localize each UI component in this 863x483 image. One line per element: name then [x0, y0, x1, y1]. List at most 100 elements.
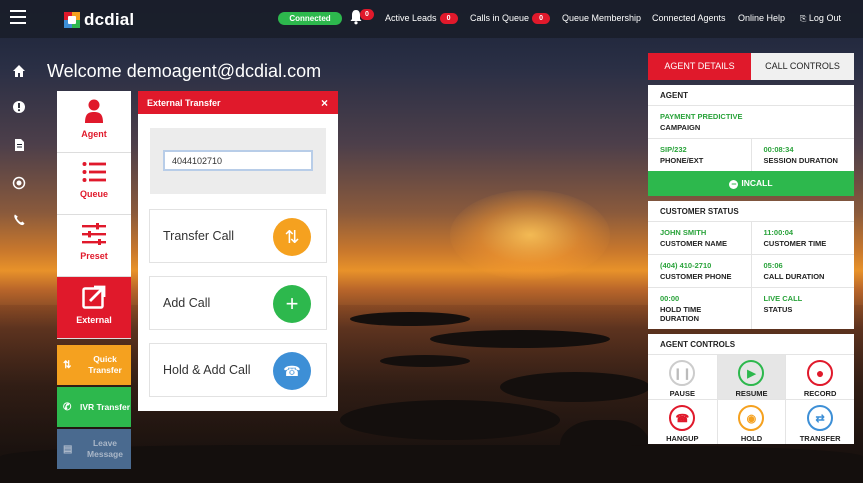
customer-row: JOHN SMITH CUSTOMER NAME 11:00:04 CUSTOM… — [648, 222, 854, 254]
button-label: Hold & Add Call — [163, 363, 251, 377]
incall-status-button[interactable]: − INCALL — [648, 171, 854, 196]
hold-time-field: 00:00 HOLD TIME DURATION — [648, 288, 751, 329]
add-call-button[interactable]: Add Call + — [149, 276, 327, 330]
control-label: TRANSFER — [799, 434, 841, 443]
menu-label: Queue — [79, 189, 108, 199]
menu-preset[interactable]: Preset — [57, 215, 131, 277]
rock — [340, 400, 560, 440]
customer-time-value: 11:00:04 — [763, 228, 794, 237]
control-label: HANGUP — [666, 434, 699, 443]
card-title: AGENT — [648, 85, 854, 106]
active-leads-badge: 0 — [439, 13, 458, 25]
campaign-field: PAYMENT PREDICTIVE CAMPAIGN — [648, 106, 854, 138]
button-label: Add Call — [163, 296, 211, 310]
brand-name: dcdial — [84, 10, 135, 29]
nav-label: Log Out — [808, 13, 841, 23]
external-link-icon — [82, 285, 106, 309]
hold-time-value: 00:00 — [660, 294, 680, 303]
target-icon[interactable] — [12, 176, 26, 190]
pause-button[interactable]: ❙❙ PAUSE — [648, 354, 717, 399]
brand-logo[interactable]: dcdial — [64, 10, 134, 30]
document-icon[interactable] — [12, 138, 26, 152]
home-icon[interactable] — [12, 64, 26, 78]
plus-icon: + — [273, 285, 311, 323]
customer-phone-value: (404) 410-2710 — [660, 261, 712, 270]
tab-call-controls[interactable]: CALL CONTROLS — [751, 53, 854, 80]
agent-card: AGENT PAYMENT PREDICTIVE CAMPAIGN SIP/23… — [648, 85, 854, 196]
nav-connected-agents[interactable]: Connected Agents — [652, 13, 726, 23]
transfer-button[interactable]: ⇄ TRANSFER — [785, 399, 854, 444]
hold-time-label: HOLD TIME DURATION — [660, 305, 702, 323]
person-icon — [85, 99, 103, 123]
nav-queue-membership[interactable]: Queue Membership — [562, 13, 641, 23]
nav-label: Calls in Queue — [470, 13, 530, 23]
customer-time-field: 11:00:04 CUSTOMER TIME — [750, 222, 855, 254]
nav-online-help[interactable]: Online Help — [738, 13, 785, 23]
agent-controls-card: AGENT CONTROLS ❙❙ PAUSE ▶ RESUME ● RECOR… — [648, 334, 854, 444]
menu-quick-transfer[interactable]: ⇅ Quick Transfer — [57, 345, 131, 385]
card-title: CUSTOMER STATUS — [648, 201, 854, 222]
menu-queue[interactable]: Queue — [57, 153, 131, 215]
hold-button[interactable]: ◉ HOLD — [716, 399, 786, 444]
nav-log-out[interactable]: ⎘ Log Out — [800, 13, 841, 24]
control-label: HOLD — [740, 434, 763, 443]
external-transfer-panel: External Transfer × Transfer Call ⇅ Add … — [138, 91, 338, 411]
customer-status-card: CUSTOMER STATUS JOHN SMITH CUSTOMER NAME… — [648, 201, 854, 329]
phone-forward-icon: ✆ — [63, 401, 72, 413]
hold-icon: ◉ — [738, 405, 765, 431]
menu-ivr-transfer[interactable]: ✆ IVR Transfer — [57, 387, 131, 427]
logout-icon: ⎘ — [800, 14, 807, 23]
top-navigation-bar: dcdial Connected 0 Active Leads 0 Calls i… — [0, 0, 863, 38]
logo-mark-icon — [64, 12, 80, 28]
transfer-arrows-icon: ⇅ — [273, 218, 311, 256]
agent-info-row: SIP/232 PHONE/EXT 00:08:34 SESSION DURAT… — [648, 138, 854, 171]
controls-grid: ❙❙ PAUSE ▶ RESUME ● RECORD ☎ HANGUP ◉ HO… — [648, 354, 854, 444]
call-status-field: LIVE CALL STATUS — [750, 288, 855, 329]
tab-agent-details[interactable]: AGENT DETAILS — [648, 53, 751, 80]
call-duration-label: CALL DURATION — [763, 272, 825, 281]
hamburger-menu-icon[interactable] — [10, 10, 26, 24]
agent-details-panel: AGENT DETAILS CALL CONTROLS AGENT PAYMEN… — [648, 53, 854, 444]
resume-button[interactable]: ▶ RESUME — [716, 354, 786, 399]
phone-number-input[interactable] — [163, 150, 313, 171]
hangup-button[interactable]: ☎ HANGUP — [648, 399, 717, 444]
menu-leave-message[interactable]: ▤ Leave Message — [57, 429, 131, 469]
call-status-label: STATUS — [763, 305, 793, 314]
customer-time-label: CUSTOMER TIME — [763, 239, 827, 248]
call-status-value: LIVE CALL — [763, 294, 803, 303]
customer-row: (404) 410-2710 CUSTOMER PHONE 05:06 CALL… — [648, 254, 854, 287]
close-icon[interactable]: × — [321, 96, 328, 110]
phone-ext-field: SIP/232 PHONE/EXT — [648, 139, 751, 171]
customer-row: 00:00 HOLD TIME DURATION LIVE CALL STATU… — [648, 287, 854, 329]
record-button[interactable]: ● RECORD — [785, 354, 854, 399]
message-icon: ▤ — [63, 443, 73, 455]
campaign-label: CAMPAIGN — [660, 123, 701, 132]
hold-add-call-button[interactable]: Hold & Add Call ☎ — [149, 343, 327, 397]
alert-icon[interactable] — [12, 100, 26, 114]
control-label: PAUSE — [669, 389, 695, 398]
phone-ext-label: PHONE/EXT — [660, 156, 704, 165]
calls-in-queue-badge: 0 — [532, 13, 551, 25]
menu-agent[interactable]: Agent — [57, 91, 131, 153]
customer-phone-field: (404) 410-2710 CUSTOMER PHONE — [648, 255, 751, 287]
left-icon-rail — [0, 38, 38, 483]
control-label: RESUME — [735, 389, 768, 398]
nav-active-leads[interactable]: Active Leads 0 — [385, 13, 458, 25]
phone-icon[interactable] — [12, 213, 26, 227]
menu-external[interactable]: External — [57, 277, 131, 339]
play-icon: ▶ — [738, 360, 765, 386]
list-icon — [82, 162, 106, 182]
customer-name-field: JOHN SMITH CUSTOMER NAME — [648, 222, 751, 254]
panel-header: External Transfer × — [138, 91, 338, 114]
transfer-call-button[interactable]: Transfer Call ⇅ — [149, 209, 327, 263]
menu-label: Preset — [80, 251, 108, 261]
transfer-arrows-icon: ⇅ — [63, 359, 72, 371]
pause-icon: ❙❙ — [669, 360, 696, 386]
number-input-area — [150, 128, 326, 194]
nav-calls-in-queue[interactable]: Calls in Queue 0 — [470, 13, 551, 25]
rock — [430, 330, 610, 348]
connection-status-badge: Connected — [278, 12, 342, 25]
call-duration-field: 05:06 CALL DURATION — [750, 255, 855, 287]
customer-phone-label: CUSTOMER PHONE — [660, 272, 732, 281]
control-label: RECORD — [803, 389, 837, 398]
